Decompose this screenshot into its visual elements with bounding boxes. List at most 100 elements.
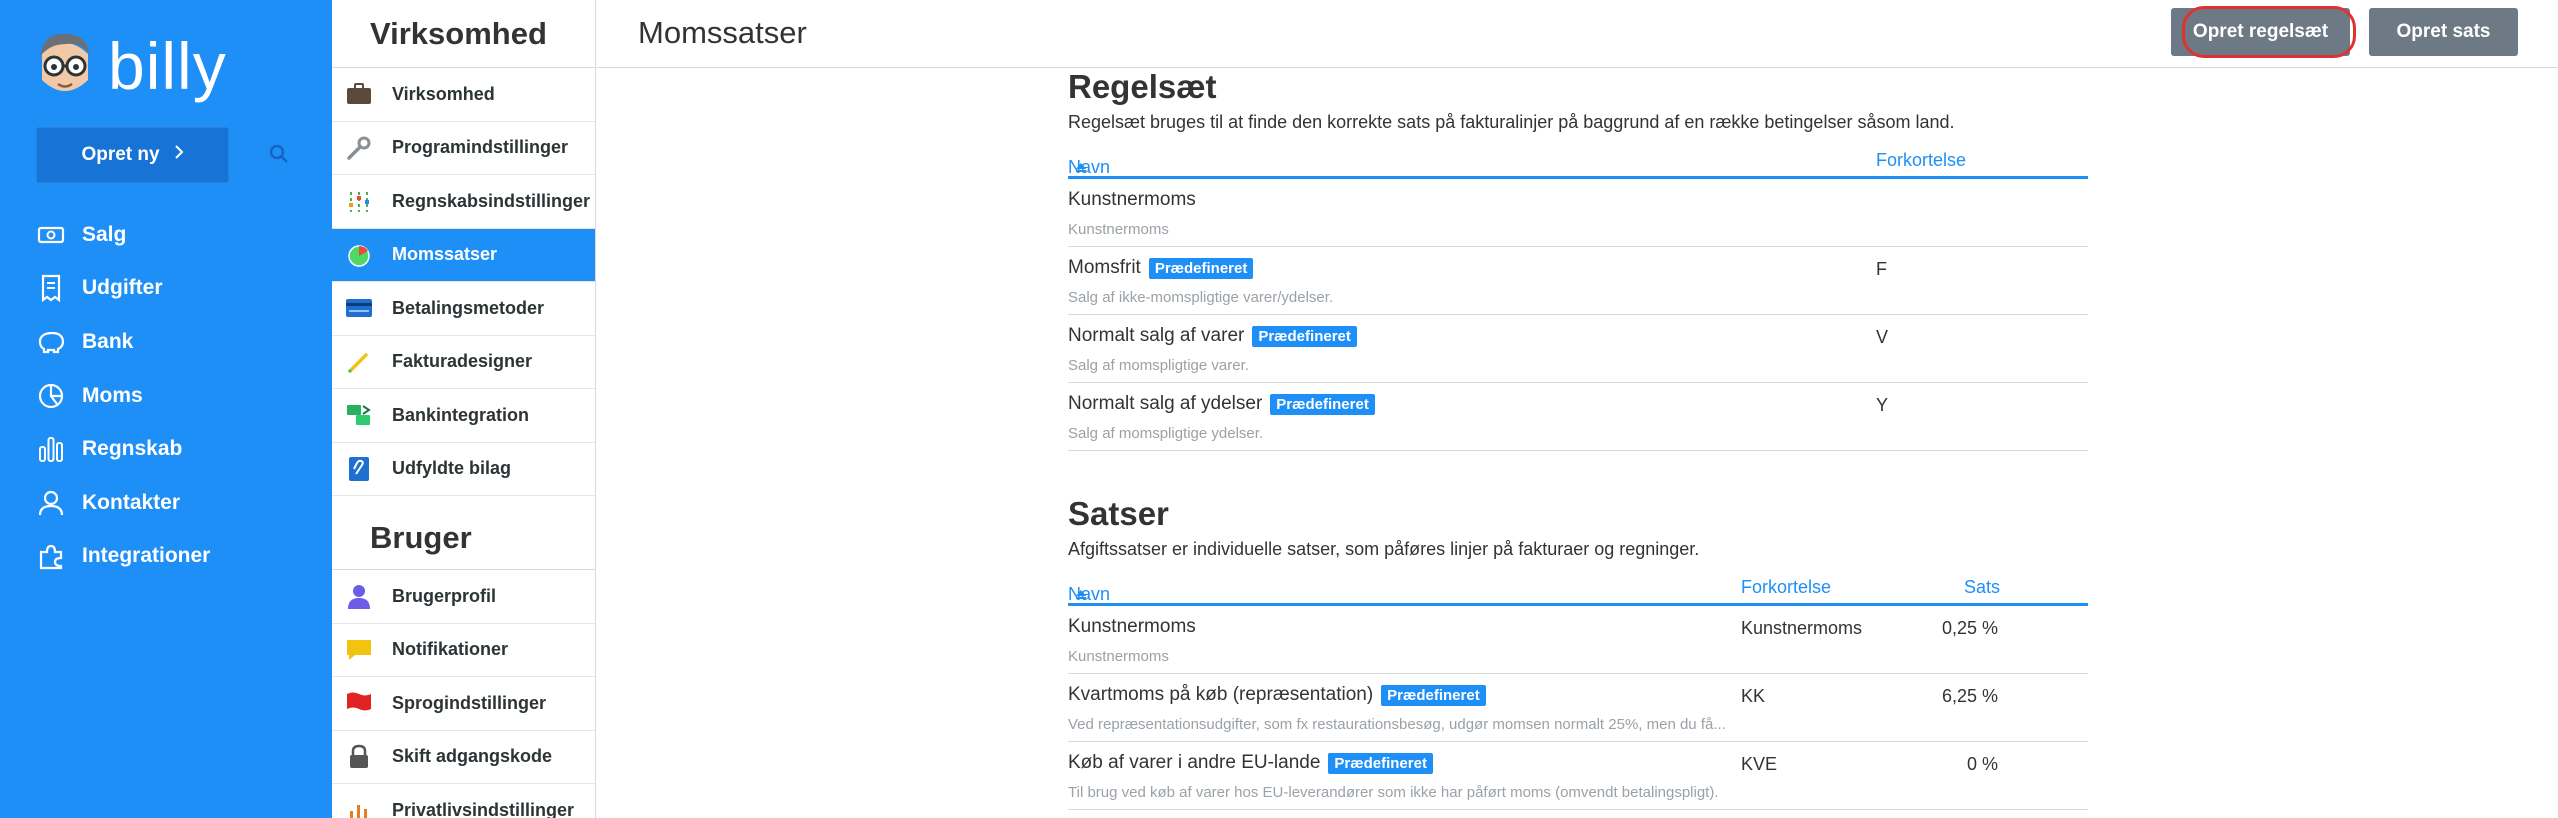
- row-description: Salg af momspligtige varer.: [1068, 357, 1249, 374]
- column-header-abbr[interactable]: Forkortelse: [1876, 150, 1966, 171]
- nav-item-label: Moms: [82, 383, 143, 407]
- create-new-button[interactable]: Opret ny: [36, 127, 229, 183]
- nav-item-bank[interactable]: Bank: [36, 315, 210, 369]
- settings-item-label: Brugerprofil: [392, 585, 497, 606]
- table-row[interactable]: Kunstnermoms Kunstnermoms Kunstnermoms 0…: [1068, 606, 2088, 674]
- settings-item-skift-adgangskode[interactable]: Skift adgangskode: [332, 731, 595, 784]
- rates-table-header: Navn Forkortelse Sats: [1068, 570, 2088, 606]
- app-sidebar: billy Opret ny Salg Udgifter Bank Moms R…: [0, 0, 332, 818]
- card-icon: [344, 293, 374, 323]
- piggy-bank-icon: [36, 327, 66, 357]
- receipt-icon: [36, 273, 66, 303]
- settings-item-label: Udfyldte bilag: [392, 458, 512, 479]
- settings-item-label: Bankintegration: [392, 404, 530, 425]
- settings-item-betalingsmetoder[interactable]: Betalingsmetoder: [332, 282, 595, 336]
- settings-sidebar: Virksomhed Virksomhed Programindstilling…: [332, 0, 596, 818]
- predefined-badge: Prædefineret: [1148, 257, 1254, 279]
- settings-item-label: Notifikationer: [392, 639, 509, 660]
- settings-item-label: Betalingsmetoder: [392, 297, 545, 318]
- row-description: Salg af ikke-momspligtige varer/ydelser.: [1068, 289, 1334, 306]
- paperclip-icon: [344, 454, 374, 484]
- row-description: Ved repræsentationsudgifter, som fx rest…: [1068, 716, 1726, 733]
- logo[interactable]: billy: [36, 28, 227, 104]
- sliders-icon: [344, 186, 374, 216]
- nav-item-kontakter[interactable]: Kontakter: [36, 476, 210, 530]
- settings-item-label: Programindstillinger: [392, 137, 569, 158]
- highlight-ring: [2182, 6, 2356, 58]
- user-icon: [344, 581, 374, 611]
- settings-item-privatlivsindstillinger[interactable]: Privatlivsindstillinger: [332, 784, 595, 818]
- settings-item-notifikationer[interactable]: Notifikationer: [332, 624, 595, 677]
- row-description: Kunstnermoms: [1068, 221, 1169, 238]
- row-abbr: Kunstnermoms: [1741, 618, 1863, 638]
- row-description: Kunstnermoms: [1068, 648, 1169, 665]
- pencil-icon: [344, 347, 374, 377]
- nav-item-salg[interactable]: Salg: [36, 208, 210, 262]
- settings-item-programindstillinger[interactable]: Programindstillinger: [332, 122, 595, 175]
- row-rate: 0,25 %: [1941, 618, 1998, 638]
- page-title: Momssatser: [638, 15, 807, 50]
- page-header: Momssatser Opret regelsæt Opret sats: [597, 0, 2558, 68]
- column-header-abbr[interactable]: Forkortelse: [1741, 577, 1831, 598]
- puzzle-icon: [36, 541, 66, 571]
- speech-bubble-icon: [344, 635, 374, 665]
- rulesets-description: Regelsæt bruges til at finde den korrekt…: [1068, 112, 1955, 132]
- nav-item-label: Bank: [82, 329, 134, 353]
- settings-item-udfyldte-bilag[interactable]: Udfyldte bilag: [332, 443, 595, 496]
- pie-chart-icon: [36, 381, 66, 411]
- money-transfer-icon: [344, 400, 374, 430]
- settings-item-virksomhed[interactable]: Virksomhed: [332, 68, 595, 122]
- rates-title: Satser: [1068, 495, 1169, 532]
- table-row[interactable]: Kunstnermoms Kunstnermoms: [1068, 179, 2088, 247]
- column-header-rate[interactable]: Sats: [1964, 577, 2000, 598]
- nav-item-udgifter[interactable]: Udgifter: [36, 262, 210, 316]
- lock-icon: [344, 742, 374, 772]
- sort-ascending-icon: [1074, 157, 1088, 178]
- search-icon[interactable]: [268, 143, 290, 165]
- nav-item-label: Regnskab: [82, 437, 183, 461]
- chevron-right-icon: [174, 144, 184, 166]
- settings-item-momssatser[interactable]: Momssatser: [332, 228, 595, 282]
- bar-chart-icon: [36, 434, 66, 464]
- nav-item-label: Salg: [82, 222, 127, 246]
- settings-item-label: Virksomhed: [392, 83, 495, 104]
- briefcase-icon: [344, 79, 374, 109]
- rulesets-title: Regelsæt: [1068, 68, 1217, 105]
- row-abbr: Y: [1876, 395, 1889, 415]
- nav-item-label: Integrationer: [82, 544, 211, 568]
- row-description: Til brug ved køb af varer hos EU-leveran…: [1068, 784, 1719, 801]
- row-abbr: KVE: [1741, 754, 1778, 774]
- flag-icon: [344, 688, 374, 718]
- row-name: Normalt salg af ydelser: [1068, 393, 1263, 414]
- settings-item-label: Momssatser: [392, 244, 498, 265]
- rulesets-section: Regelsæt Regelsæt bruges til at finde de…: [1068, 68, 2088, 451]
- predefined-badge: Prædefineret: [1270, 393, 1375, 415]
- row-description: Salg af momspligtige ydelser.: [1068, 425, 1264, 442]
- settings-item-label: Fakturadesigner: [392, 351, 533, 372]
- settings-item-regnskabsindstillinger[interactable]: Regnskabsindstillinger: [332, 175, 595, 229]
- row-name: Kvartmoms på køb (repræsentation): [1068, 684, 1374, 705]
- table-row[interactable]: Køb af varer i andre EU-lande Prædefinere…: [1068, 742, 2088, 810]
- settings-item-label: Sprogindstillinger: [392, 692, 547, 713]
- nav-item-integrationer[interactable]: Integrationer: [36, 530, 210, 584]
- settings-item-bankintegration[interactable]: Bankintegration: [332, 389, 595, 443]
- table-row[interactable]: Normalt salg af varer Prædefineret Salg a…: [1068, 315, 2088, 383]
- predefined-badge: Prædefineret: [1381, 684, 1486, 706]
- row-name: Kunstnermoms: [1068, 616, 1196, 637]
- table-row[interactable]: Kvartmoms på køb (repræsentation) Prædefi…: [1068, 674, 2088, 742]
- row-name: Køb af varer i andre EU-lande: [1068, 752, 1321, 773]
- nav-item-label: Kontakter: [82, 490, 181, 514]
- table-row[interactable]: Momsfrit Prædefineret Salg af ikke-momspl…: [1068, 247, 2088, 315]
- settings-item-brugerprofil[interactable]: Brugerprofil: [332, 570, 595, 624]
- user-heading: Bruger: [332, 502, 595, 570]
- create-rate-button[interactable]: Opret sats: [2369, 8, 2518, 56]
- table-row[interactable]: Normalt salg af ydelser Prædefineret Salg…: [1068, 383, 2088, 451]
- settings-item-fakturadesigner[interactable]: Fakturadesigner: [332, 336, 595, 389]
- predefined-badge: Prædefineret: [1328, 752, 1433, 774]
- pie-icon: [344, 240, 374, 270]
- row-name: Momsfrit: [1068, 257, 1141, 278]
- nav-item-moms[interactable]: Moms: [36, 369, 210, 423]
- settings-item-sprogindstillinger[interactable]: Sprogindstillinger: [332, 677, 595, 731]
- main-content: Regelsæt Regelsæt bruges til at finde de…: [1068, 68, 2088, 810]
- nav-item-regnskab[interactable]: Regnskab: [36, 422, 210, 476]
